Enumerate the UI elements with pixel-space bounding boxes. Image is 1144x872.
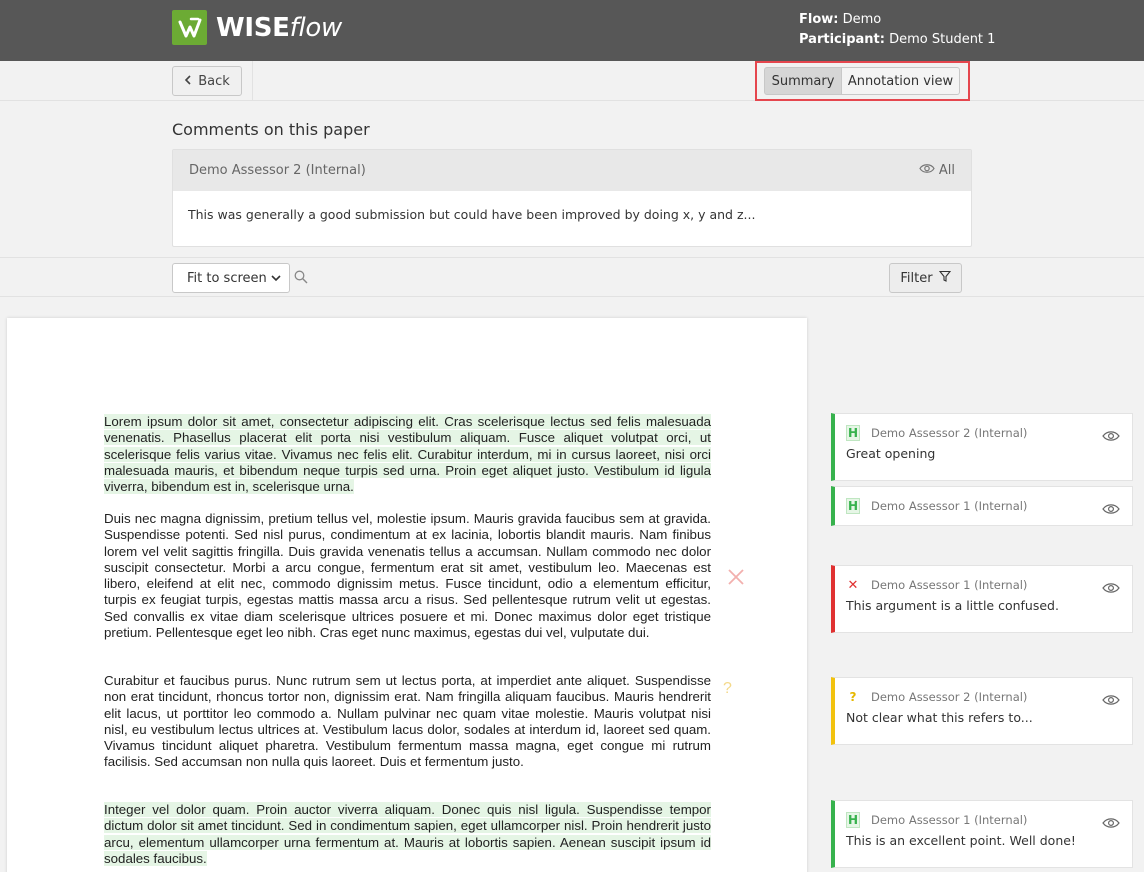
annotation-author: Demo Assessor 1 (Internal) bbox=[871, 578, 1028, 592]
paragraph-2: Duis nec magna dignissim, pretium tellus… bbox=[104, 511, 711, 641]
participant-label: Participant: bbox=[799, 32, 885, 47]
flow-value: Demo bbox=[842, 12, 882, 27]
toolbar-divider bbox=[252, 61, 253, 101]
annotation-text: Great opening bbox=[846, 446, 936, 461]
eye-icon[interactable] bbox=[1102, 427, 1120, 441]
annotation-view-button[interactable]: Annotation view bbox=[842, 67, 960, 95]
comment-text: This was generally a good submission but… bbox=[188, 207, 756, 222]
visibility-label: All bbox=[938, 163, 955, 178]
highlight-type-icon: H bbox=[846, 812, 860, 828]
highlight-type-icon: H bbox=[846, 425, 860, 441]
funnel-icon bbox=[938, 270, 951, 286]
paragraph-3: Curabitur et faucibus purus. Nunc rutrum… bbox=[104, 673, 711, 770]
view-toolbar: Back Summary Annotation view bbox=[0, 61, 1144, 101]
chevron-down-icon bbox=[271, 271, 281, 286]
annotation-author: Demo Assessor 2 (Internal) bbox=[871, 426, 1028, 440]
eye-icon bbox=[919, 163, 935, 178]
annotation-card[interactable]: ? Demo Assessor 2 (Internal) Not clear w… bbox=[831, 677, 1133, 745]
filter-button[interactable]: Filter bbox=[889, 263, 962, 293]
summary-view-button[interactable]: Summary bbox=[764, 67, 842, 95]
comments-section-title: Comments on this paper bbox=[172, 120, 370, 139]
view-mode-toggle: Summary Annotation view bbox=[755, 61, 970, 101]
question-marker-icon[interactable]: ? bbox=[723, 680, 732, 698]
brand-name: WISEflow bbox=[216, 12, 342, 43]
flow-info: Flow: Demo Participant: Demo Student 1 bbox=[799, 10, 995, 50]
annotation-text: This argument is a little confused. bbox=[846, 598, 1059, 613]
comment-visibility[interactable]: All bbox=[919, 163, 955, 178]
filter-label: Filter bbox=[900, 270, 933, 286]
annotation-card[interactable]: ✕ Demo Assessor 1 (Internal) This argume… bbox=[831, 565, 1133, 633]
document-toolbar: Fit to screen Filter bbox=[0, 257, 1144, 297]
flow-label: Flow: bbox=[799, 12, 839, 27]
annotation-card[interactable]: H Demo Assessor 1 (Internal) bbox=[831, 486, 1133, 526]
zoom-select[interactable]: Fit to screen bbox=[172, 263, 290, 293]
annotation-author: Demo Assessor 1 (Internal) bbox=[871, 499, 1028, 513]
comment-header: Demo Assessor 2 (Internal) All bbox=[173, 150, 971, 191]
paragraph-1: Lorem ipsum dolor sit amet, consectetur … bbox=[104, 414, 711, 495]
paper-comment-card: Demo Assessor 2 (Internal) All This was … bbox=[172, 149, 972, 247]
back-label: Back bbox=[198, 73, 230, 89]
annotation-author: Demo Assessor 2 (Internal) bbox=[871, 690, 1028, 704]
wiseflow-logo[interactable]: WISEflow bbox=[172, 10, 342, 45]
question-type-icon: ? bbox=[849, 690, 857, 704]
annotation-text: Not clear what this refers to... bbox=[846, 710, 1033, 725]
highlighted-text[interactable]: Integer vel dolor quam. Proin auctor viv… bbox=[104, 802, 711, 866]
highlighted-text[interactable]: Lorem ipsum dolor sit amet, consectetur … bbox=[104, 414, 711, 495]
paragraph-4: Integer vel dolor quam. Proin auctor viv… bbox=[104, 802, 711, 867]
cross-type-icon: ✕ bbox=[847, 577, 859, 593]
eye-icon[interactable] bbox=[1102, 579, 1120, 593]
annotation-card[interactable]: H Demo Assessor 1 (Internal) This is an … bbox=[831, 800, 1133, 868]
search-icon[interactable] bbox=[294, 269, 308, 288]
document-page: Lorem ipsum dolor sit amet, consectetur … bbox=[7, 318, 807, 872]
chevron-left-icon bbox=[184, 74, 192, 89]
annotation-text: This is an excellent point. Well done! bbox=[846, 833, 1076, 848]
top-header: WISEflow Flow: Demo Participant: Demo St… bbox=[0, 0, 1144, 61]
logo-mark-icon bbox=[172, 10, 207, 45]
back-button[interactable]: Back bbox=[172, 66, 242, 96]
annotation-author: Demo Assessor 1 (Internal) bbox=[871, 813, 1028, 827]
highlight-type-icon: H bbox=[846, 498, 860, 514]
eye-icon[interactable] bbox=[1102, 691, 1120, 705]
eye-icon[interactable] bbox=[1102, 814, 1120, 828]
zoom-value: Fit to screen bbox=[187, 270, 267, 286]
annotation-card[interactable]: H Demo Assessor 2 (Internal) Great openi… bbox=[831, 413, 1133, 481]
cross-marker-icon[interactable] bbox=[727, 568, 745, 590]
participant-value: Demo Student 1 bbox=[889, 32, 996, 47]
eye-icon[interactable] bbox=[1102, 500, 1120, 514]
comment-author: Demo Assessor 2 (Internal) bbox=[189, 163, 366, 178]
